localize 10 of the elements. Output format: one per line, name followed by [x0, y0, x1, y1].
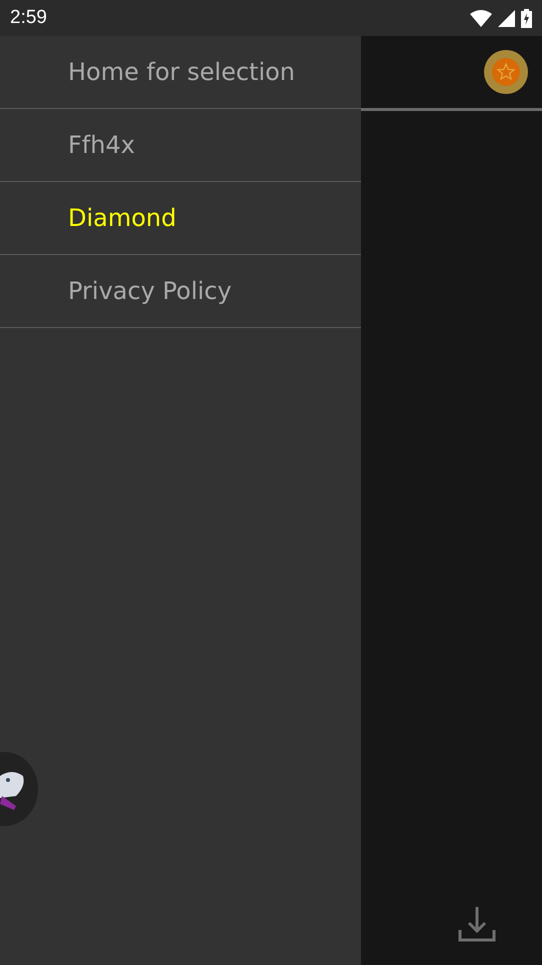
download-icon[interactable]	[458, 905, 496, 943]
drawer-item[interactable]: Diamond	[0, 182, 361, 255]
battery-icon	[521, 8, 532, 28]
drawer-item[interactable]: Home for selection	[0, 36, 361, 109]
signal-icon	[498, 10, 515, 26]
drawer-item[interactable]: Privacy Policy	[0, 255, 361, 328]
star-button[interactable]	[484, 50, 528, 94]
wifi-icon	[470, 10, 492, 26]
drawer-item[interactable]: Ffh4x	[0, 109, 361, 182]
status-time: 2:59	[10, 7, 47, 29]
